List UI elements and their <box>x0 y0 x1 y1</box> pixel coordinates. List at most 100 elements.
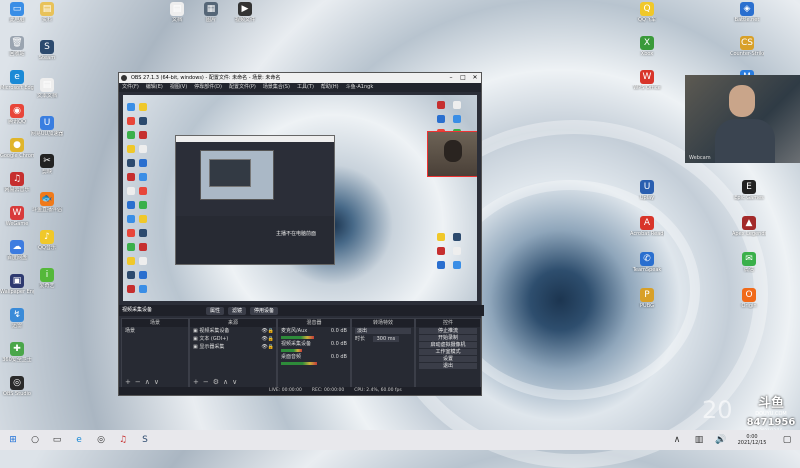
visibility-lock-icon[interactable]: 👁🔒 <box>261 335 274 343</box>
maximize-icon[interactable]: □ <box>457 73 469 83</box>
desktop-app-icon: W <box>640 70 654 84</box>
task-view-icon[interactable]: ▭ <box>48 433 66 447</box>
desktop-icon[interactable]: 🗑 回收站 <box>0 36 34 66</box>
desktop-icon[interactable]: ♪ QQ音乐 <box>30 230 64 260</box>
obs-window[interactable]: OBS 27.1.3 (64-bit, windows) - 配置文件: 未命名… <box>118 72 484 396</box>
steam-taskbar-icon[interactable]: S <box>136 433 154 447</box>
start-button-icon[interactable]: ⊞ <box>4 433 22 447</box>
desktop-icon[interactable]: ♫ 网易云音乐 <box>0 172 34 202</box>
desktop-icon[interactable]: 🐟 斗鱼直播伴侣 <box>30 192 64 222</box>
desktop-icon[interactable]: i 爱奇艺 <box>30 268 64 298</box>
desktop-icon[interactable]: ◎ OBS Studio <box>0 376 34 406</box>
volume-icon[interactable]: 🔊 <box>712 433 730 447</box>
tray-arrow-icon[interactable]: ∧ <box>668 433 686 447</box>
desktop-icon[interactable]: ✚ 360安全卫士 <box>0 342 34 372</box>
transitions-dock[interactable]: 转场特效 淡出 时长 300 ms <box>351 318 415 388</box>
transition-select[interactable]: 淡出 <box>355 328 411 334</box>
menu-item[interactable]: 配置文件(P) <box>229 83 256 92</box>
clock[interactable]: 0:00 2021/12/15 <box>730 434 774 446</box>
desktop-icon[interactable]: ✆ TeamSpeak <box>630 252 664 282</box>
visibility-lock-icon[interactable]: 👁🔒 <box>261 327 274 335</box>
source-item[interactable]: ▣ 视频采集设备 👁🔒 <box>190 327 276 335</box>
desktop-icon[interactable]: e Microsoft Edge <box>0 70 34 100</box>
menu-item[interactable]: 工具(T) <box>297 83 314 92</box>
desktop-icon[interactable]: U Uplay <box>630 180 664 210</box>
desktop-icon[interactable]: ✂ 剪映 <box>30 154 64 184</box>
menu-item[interactable]: 停靠部件(D) <box>194 83 222 92</box>
deactivate-button[interactable]: 停用设备 <box>250 306 279 315</box>
desktop-app-icon: ↯ <box>10 308 24 322</box>
obs-preview[interactable]: 主播不在电脑前面 <box>123 95 477 301</box>
minimize-icon[interactable]: – <box>445 73 457 83</box>
desktop-icon[interactable]: ▲ Apex Legends <box>732 216 766 246</box>
netease-music-taskbar-icon[interactable]: ♫ <box>114 433 132 447</box>
desktop-icon[interactable]: ▭ 此电脑 <box>0 2 34 32</box>
network-icon[interactable]: ▥ <box>690 433 708 447</box>
menu-item[interactable]: 帮助(H) <box>321 83 339 92</box>
filters-button[interactable]: 滤镜 <box>228 306 247 315</box>
desktop-icon[interactable]: ▶ 视频文件 <box>228 2 262 32</box>
desktop-app-icon: U <box>40 116 54 130</box>
scenes-toolbar[interactable]: +−∧∨ <box>122 378 188 387</box>
sources-toolbar[interactable]: +−⚙∧∨ <box>190 378 276 387</box>
mixer-dock[interactable]: 混音器 麦克风/Aux 0.0 dB 视频采集设备 0.0 dB 桌面音频 0.0 dB <box>277 318 351 388</box>
notification-icon[interactable]: ▢ <box>778 433 796 447</box>
desktop-icon[interactable]: W WeGame <box>0 206 34 236</box>
desktop-icon[interactable]: ▤ 文本文档 <box>30 78 64 108</box>
menu-item[interactable]: 编辑(E) <box>146 83 163 92</box>
edge-taskbar-icon[interactable]: e <box>70 433 88 447</box>
desktop-icon[interactable]: ✉ 微信 <box>732 252 766 282</box>
close-icon[interactable]: ✕ <box>469 73 481 83</box>
transition-duration[interactable]: 时长 300 ms <box>352 335 414 343</box>
desktop-icon[interactable]: X Xbox <box>630 36 664 66</box>
preview-icon <box>139 145 147 153</box>
control-button[interactable]: 开始录制 <box>419 335 477 341</box>
scene-item[interactable]: 场景 <box>122 327 188 335</box>
desktop-icon[interactable]: S Steam <box>30 40 64 70</box>
search-icon[interactable]: ○ <box>26 433 44 447</box>
desktop-icon[interactable]: U 网易UU加速器 <box>30 116 64 146</box>
desktop-icon[interactable]: AAcrobat Reader <box>630 216 664 246</box>
desktop-icon[interactable]: ↯ 迅雷 <box>0 308 34 338</box>
desktop-icon[interactable]: ▣Wallpaper Engine <box>0 274 34 304</box>
webcam-source-box[interactable] <box>427 131 477 177</box>
preview-icon <box>453 233 461 241</box>
menu-item[interactable]: 视图(V) <box>170 83 187 92</box>
desktop-icon[interactable]: ▤ 资料 <box>30 2 64 32</box>
desktop-icon[interactable]: ▦ 图片 <box>194 2 228 32</box>
obs-taskbar-icon[interactable]: ◎ <box>92 433 110 447</box>
desktop-icon[interactable]: ◈ Battle.net <box>730 2 764 32</box>
control-button[interactable]: 设置 <box>419 356 477 362</box>
visibility-lock-icon[interactable]: 👁🔒 <box>261 343 274 351</box>
menu-item[interactable]: 文件(F) <box>122 83 139 92</box>
source-item[interactable]: ▣ 文本 (GDI+) 👁🔒 <box>190 335 276 343</box>
sources-dock[interactable]: 来源 ▣ 视频采集设备 👁🔒 ▣ 文本 (GDI+) 👁🔒 ▣ 显示器采集 👁🔒 +… <box>189 318 277 388</box>
desktop-icon-label: 资料 <box>41 17 52 23</box>
obs-titlebar[interactable]: OBS 27.1.3 (64-bit, windows) - 配置文件: 未命名… <box>119 73 481 83</box>
desktop-icon[interactable]: P PUBG <box>630 288 664 318</box>
desktop-app-icon: ✆ <box>640 252 654 266</box>
duration-value[interactable]: 300 ms <box>372 336 400 342</box>
control-button[interactable]: 启动虚拟摄像机 <box>419 342 477 348</box>
desktop-icon[interactable]: ●Google Chrome <box>0 138 34 168</box>
desktop-icon-label: 360安全卫士 <box>2 357 32 363</box>
menu-item[interactable]: 斗鱼-A1ngk <box>346 83 374 92</box>
control-button[interactable]: 停止推流 <box>419 328 477 334</box>
desktop-icon[interactable]: Q QQ飞车 <box>630 2 664 32</box>
controls-dock[interactable]: 控件 停止推流 开始录制 启动虚拟摄像机 工作室模式 设置 退出 <box>415 318 481 388</box>
source-item[interactable]: ▣ 显示器采集 👁🔒 <box>190 343 276 351</box>
menu-item[interactable]: 场景集合(S) <box>263 83 290 92</box>
desktop-icon[interactable]: W WPS Office <box>630 70 664 100</box>
properties-button[interactable]: 属性 <box>206 306 225 315</box>
desktop-icon[interactable]: ▤ 文档 <box>160 2 194 32</box>
desktop-icon-label: WPS Office <box>633 85 661 91</box>
desktop-icon[interactable]: E Epic Games <box>732 180 766 210</box>
desktop-icon[interactable]: ☁ 百度网盘 <box>0 240 34 270</box>
scenes-dock[interactable]: 场景 场景 +−∧∨ <box>121 318 189 388</box>
desktop-icon[interactable]: ◉ 腾讯QQ <box>0 104 34 134</box>
control-button[interactable]: 工作室模式 <box>419 349 477 355</box>
nested-docks: 主播不在电脑前面 <box>176 216 334 264</box>
control-button[interactable]: 退出 <box>419 363 477 369</box>
desktop-icon[interactable]: O Origin <box>732 288 766 318</box>
desktop-icon[interactable]: CS Counter-Strike <box>730 36 764 66</box>
